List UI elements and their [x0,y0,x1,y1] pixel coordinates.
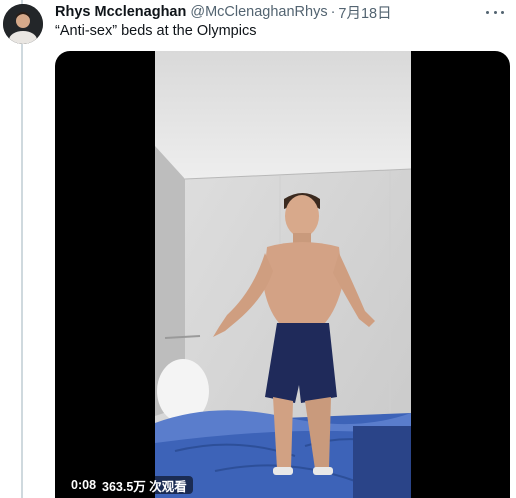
more-horizontal-icon[interactable] [486,4,504,20]
more-dot [486,10,489,14]
video-player[interactable]: 0:08 363.5万 次观看 [55,51,510,498]
video-time: 0:08 [71,478,97,492]
tweet-text: “Anti-sex” beds at the Olympics [55,23,257,39]
more-dot [501,10,504,14]
avatar[interactable] [3,4,43,44]
view-count: 363.5万 次观看 [102,479,187,494]
avatar-image [3,4,43,44]
tweet-date[interactable]: 7月18日 [338,2,391,23]
video-still-image [155,51,411,498]
thread-connector-line [21,0,23,498]
tweet-header: Rhys Mcclenaghan @McClenaghanRhys · 7月18… [55,2,476,22]
display-name[interactable]: Rhys Mcclenaghan [55,4,186,20]
video-frame [155,51,411,498]
video-info-overlay: 0:08 363.5万 次观看 [65,476,193,494]
more-dot [493,10,497,14]
user-handle[interactable]: @McClenaghanRhys [190,4,327,20]
separator-dot: · [330,4,336,20]
